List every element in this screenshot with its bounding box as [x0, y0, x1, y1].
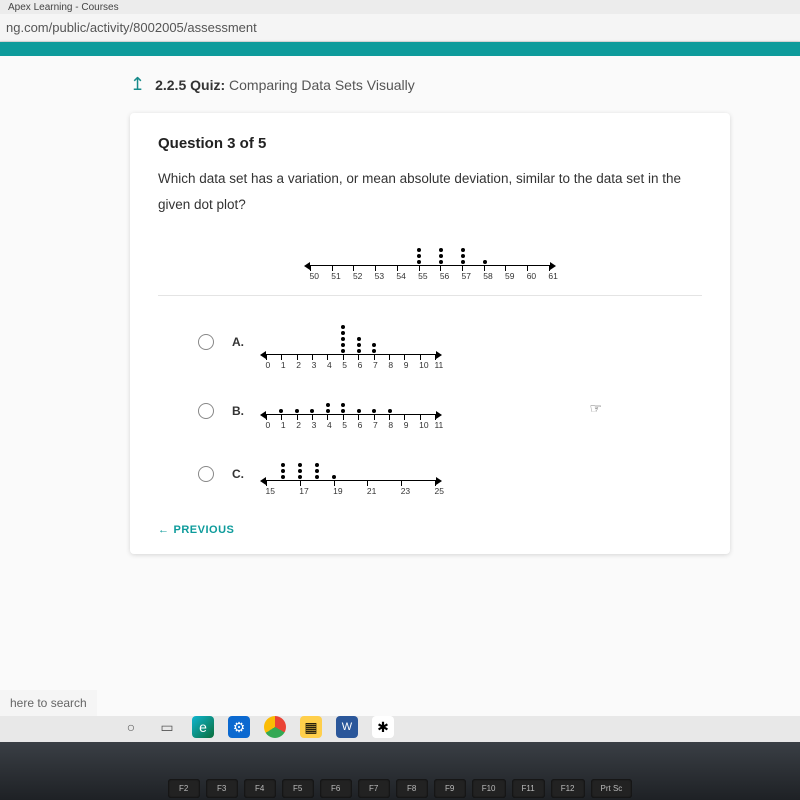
- option-b-label: B.: [232, 404, 248, 418]
- quiz-code: 2.2.5: [155, 77, 186, 93]
- slack-icon[interactable]: ✱: [372, 716, 394, 738]
- taskview-icon[interactable]: ▭: [156, 716, 178, 738]
- return-icon[interactable]: ↥: [130, 74, 145, 95]
- previous-label: PREVIOUS: [174, 524, 235, 536]
- key-f11: F11: [512, 779, 545, 798]
- cortana-icon[interactable]: ○: [120, 716, 142, 738]
- quiz-title: Comparing Data Sets Visually: [229, 77, 415, 93]
- key-f4: F4: [244, 779, 276, 798]
- question-number: Question 3 of 5: [158, 135, 702, 152]
- search-placeholder: here to search: [10, 696, 87, 710]
- url-bar[interactable]: ng.com/public/activity/8002005/assessmen…: [0, 14, 800, 42]
- radio-c[interactable]: [198, 466, 214, 482]
- option-c-label: C.: [232, 467, 248, 481]
- key-f9: F9: [434, 779, 466, 798]
- chrome-icon[interactable]: [264, 716, 286, 738]
- explorer-icon[interactable]: ▦: [300, 716, 322, 738]
- word-icon[interactable]: W: [336, 716, 358, 738]
- radio-b[interactable]: [198, 403, 214, 419]
- key-f2: F2: [168, 779, 200, 798]
- key-f7: F7: [358, 779, 390, 798]
- option-c[interactable]: C. 151719212325: [158, 452, 702, 496]
- key-prtsc: Prt Sc: [591, 779, 633, 798]
- windows-search[interactable]: here to search: [0, 690, 97, 716]
- question-text: Which data set has a variation, or mean …: [158, 166, 702, 217]
- question-card: Question 3 of 5 Which data set has a var…: [130, 113, 730, 554]
- divider: [158, 295, 702, 296]
- previous-button[interactable]: ← PREVIOUS: [158, 524, 234, 536]
- arrow-left-icon: ←: [158, 524, 170, 536]
- tab-title: Apex Learning - Courses: [8, 2, 119, 13]
- option-b-plot: 01234567891011: [266, 392, 436, 430]
- settings-icon[interactable]: ⚙: [228, 716, 250, 738]
- app-accent-bar: [0, 42, 800, 56]
- option-c-plot: 151719212325: [266, 452, 436, 496]
- radio-a[interactable]: [198, 334, 214, 350]
- quiz-header: ↥ 2.2.5 Quiz: Comparing Data Sets Visual…: [130, 74, 800, 105]
- option-b[interactable]: B. 01234567891011 ☞: [158, 392, 702, 430]
- given-dotplot: 505152535455565758596061: [158, 235, 702, 281]
- option-a-plot: 01234567891011: [266, 314, 436, 370]
- key-f10: F10: [472, 779, 506, 798]
- page-content: ↥ 2.2.5 Quiz: Comparing Data Sets Visual…: [0, 56, 800, 716]
- option-a-label: A.: [232, 335, 248, 349]
- quiz-label: Quiz:: [190, 77, 225, 93]
- option-a[interactable]: A. 01234567891011: [158, 314, 702, 370]
- key-f3: F3: [206, 779, 238, 798]
- key-f6: F6: [320, 779, 352, 798]
- taskbar: ○ ▭ e ⚙ ▦ W ✱: [120, 716, 394, 738]
- pointer-cursor-icon: ☞: [589, 400, 602, 417]
- laptop-keyboard: F2 F3 F4 F5 F6 F7 F8 F9 F10 F11 F12 Prt Sc: [0, 742, 800, 800]
- url-text: ng.com/public/activity/8002005/assessmen…: [6, 20, 257, 35]
- key-f5: F5: [282, 779, 314, 798]
- browser-tab[interactable]: Apex Learning - Courses: [0, 0, 800, 14]
- key-f8: F8: [396, 779, 428, 798]
- edge-icon[interactable]: e: [192, 716, 214, 738]
- key-f12: F12: [551, 779, 585, 798]
